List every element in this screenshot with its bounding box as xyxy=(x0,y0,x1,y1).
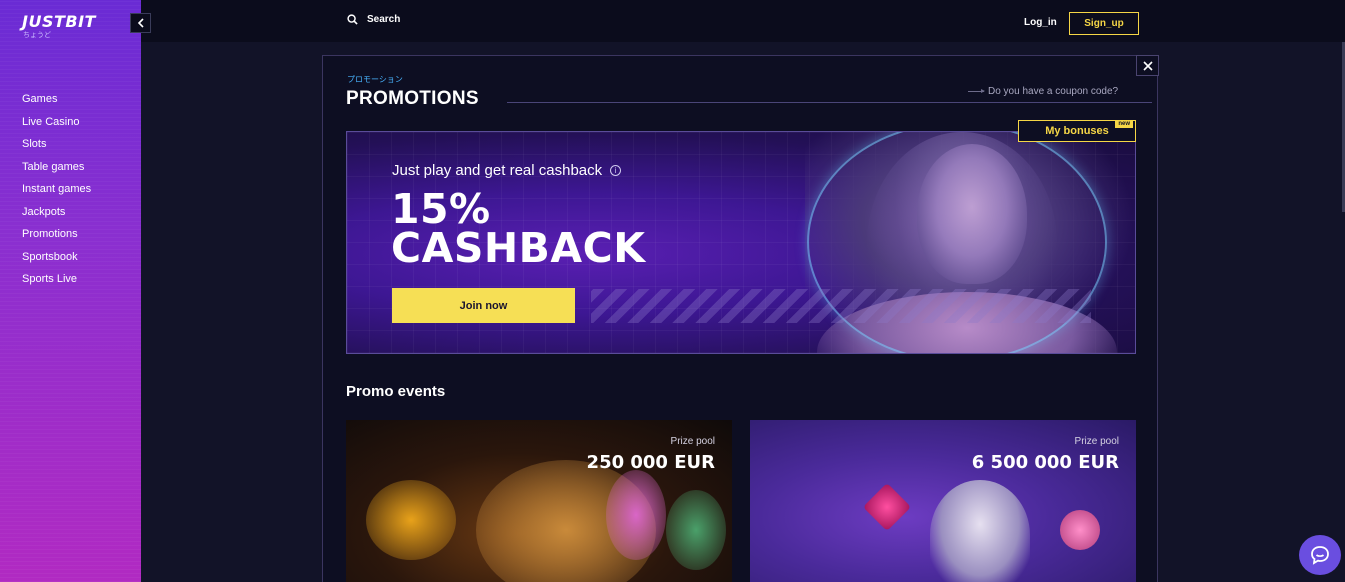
page-title: PROMOTIONS xyxy=(346,88,479,109)
close-button[interactable] xyxy=(1136,55,1159,76)
login-button[interactable]: Log_in xyxy=(1024,17,1057,28)
promo-events-title: Promo events xyxy=(346,383,446,400)
card-art-orb xyxy=(1060,510,1100,550)
sidebar-nav: Games Live Casino Slots Table games Inst… xyxy=(22,92,91,295)
sidebar-item-live-casino[interactable]: Live Casino xyxy=(22,115,91,138)
close-icon xyxy=(1142,60,1153,71)
banner-subtitle: Just play and get real cashback xyxy=(392,162,603,179)
card-art-character-green xyxy=(666,490,726,570)
chevron-left-icon xyxy=(137,18,144,28)
search-button[interactable]: Search xyxy=(347,14,400,25)
sidebar-item-jackpots[interactable]: Jackpots xyxy=(22,205,91,228)
top-bar: Search Log_in Sign_up xyxy=(141,0,1345,42)
promo-event-card[interactable]: Prize pool 6 500 000 EUR xyxy=(750,420,1136,582)
prize-pool-amount: 250 000 EUR xyxy=(586,452,715,473)
signup-button[interactable]: Sign_up xyxy=(1069,12,1139,35)
cashback-banner: Just play and get real cashback i 15% CA… xyxy=(346,131,1136,354)
sidebar-item-sportsbook[interactable]: Sportsbook xyxy=(22,250,91,273)
join-now-button[interactable]: Join now xyxy=(392,288,575,323)
sidebar-item-slots[interactable]: Slots xyxy=(22,137,91,160)
info-icon[interactable]: i xyxy=(610,165,622,176)
my-bonuses-button[interactable]: My bonuses new xyxy=(1018,120,1136,142)
sidebar-item-games[interactable]: Games xyxy=(22,92,91,115)
my-bonuses-label: My bonuses xyxy=(1045,125,1109,137)
arrow-right-icon xyxy=(968,89,985,93)
card-art-zeus xyxy=(930,480,1030,582)
sidebar-item-table-games[interactable]: Table games xyxy=(22,160,91,183)
sidebar-collapse-button[interactable] xyxy=(130,13,151,33)
title-divider xyxy=(507,102,1152,103)
coupon-link[interactable]: Do you have a coupon code? xyxy=(968,86,1118,97)
sidebar-item-promotions[interactable]: Promotions xyxy=(22,227,91,250)
logo-subtitle: ちょうど xyxy=(23,32,51,39)
new-badge: new xyxy=(1115,120,1133,128)
promotions-jp-label: プロモーション xyxy=(347,75,403,84)
banner-headline: 15% CASHBACK xyxy=(391,189,646,272)
card-art-gem xyxy=(862,482,912,532)
promo-event-card[interactable]: Prize pool 250 000 EUR xyxy=(346,420,732,582)
live-chat-button[interactable] xyxy=(1299,535,1341,575)
banner-stripes xyxy=(591,289,1091,323)
prize-pool-label: Prize pool xyxy=(670,436,715,447)
prize-pool-amount: 6 500 000 EUR xyxy=(971,452,1119,473)
search-icon xyxy=(347,14,358,25)
banner-subtitle-row: Just play and get real cashback i xyxy=(392,162,622,179)
banner-headline-word: CASHBACK xyxy=(391,224,646,272)
chat-icon xyxy=(1311,546,1329,565)
sidebar-item-instant-games[interactable]: Instant games xyxy=(22,182,91,205)
logo[interactable]: JUSTBIT xyxy=(22,12,96,31)
card-art-splash xyxy=(366,480,456,560)
sidebar-item-sports-live[interactable]: Sports Live xyxy=(22,272,91,295)
coupon-link-label: Do you have a coupon code? xyxy=(988,86,1119,97)
sidebar: JUSTBIT ちょうど Games Live Casino Slots Tab… xyxy=(0,0,141,582)
search-label: Search xyxy=(367,14,401,25)
card-art-character-pink xyxy=(606,470,666,560)
prize-pool-label: Prize pool xyxy=(1074,436,1119,447)
